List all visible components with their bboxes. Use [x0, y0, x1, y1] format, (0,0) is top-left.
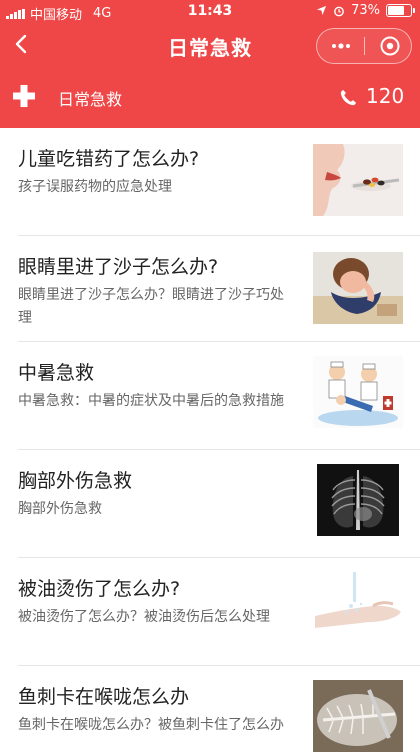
item-title: 眼睛里进了沙子怎么办?	[18, 256, 219, 278]
capsule-divider	[364, 37, 365, 55]
item-description: 被油烫伤了怎么办？被油烫伤后怎么处理	[18, 609, 270, 625]
child-eye-thumbnail	[313, 252, 403, 324]
item-title: 鱼刺卡在喉咙怎么办	[18, 686, 190, 708]
mini-program-capsule	[316, 28, 412, 64]
heatstroke-cartoon-thumbnail	[313, 356, 403, 428]
list-item[interactable]: 儿童吃错药了怎么办? 孩子误服药物的应急处理	[0, 128, 420, 236]
battery-percent: 73%	[351, 3, 380, 18]
item-description: 胸部外伤急救	[18, 501, 102, 517]
list-item[interactable]: 胸部外伤急救 胸部外伤急救	[0, 450, 420, 558]
list-item[interactable]: 中暑急救 中暑急救：中暑的症状及中暑后的急救措施	[0, 342, 420, 450]
item-title: 儿童吃错药了怎么办?	[18, 148, 200, 170]
fish-bone-thumbnail	[313, 680, 403, 752]
list-item[interactable]: 鱼刺卡在喉咙怎么办 鱼刺卡在喉咙怎么办？被鱼刺卡住了怎么办	[0, 666, 420, 752]
item-description: 鱼刺卡在喉咙怎么办？被鱼刺卡住了怎么办	[18, 717, 284, 733]
item-description: 孩子误服药物的应急处理	[18, 179, 172, 195]
status-bar: 中国移动 4G 11:43 73%	[0, 0, 420, 23]
burn-hand-thumbnail	[313, 572, 403, 644]
item-description: 中暑急救：中暑的症状及中暑后的急救措施	[18, 393, 284, 409]
phone-icon[interactable]	[338, 88, 358, 108]
chest-xray-thumbnail	[313, 464, 403, 536]
location-arrow-icon	[317, 5, 327, 16]
target-circle-icon[interactable]	[379, 35, 401, 57]
more-dots-icon[interactable]	[329, 37, 353, 55]
item-title: 中暑急救	[18, 362, 95, 384]
battery-icon	[386, 4, 415, 17]
alarm-clock-icon	[334, 6, 344, 16]
nav-bar: 日常急救	[0, 22, 420, 68]
plus-icon	[13, 85, 35, 107]
list-item[interactable]: 被油烫伤了怎么办? 被油烫伤了怎么办？被油烫伤后怎么处理	[0, 558, 420, 666]
category-title: 日常急救	[58, 90, 123, 109]
item-description: 眼睛里进了沙子怎么办？眼睛进了沙子巧处理	[18, 287, 284, 326]
item-title: 被油烫伤了怎么办?	[18, 578, 181, 600]
list-item[interactable]: 眼睛里进了沙子怎么办? 眼睛里进了沙子怎么办？眼睛进了沙子巧处理	[0, 236, 420, 342]
emergency-number[interactable]: 120	[366, 84, 404, 108]
category-header: 日常急救 120	[0, 68, 420, 128]
item-title: 胸部外伤急救	[18, 470, 133, 492]
child-medicine-thumbnail	[313, 144, 403, 216]
